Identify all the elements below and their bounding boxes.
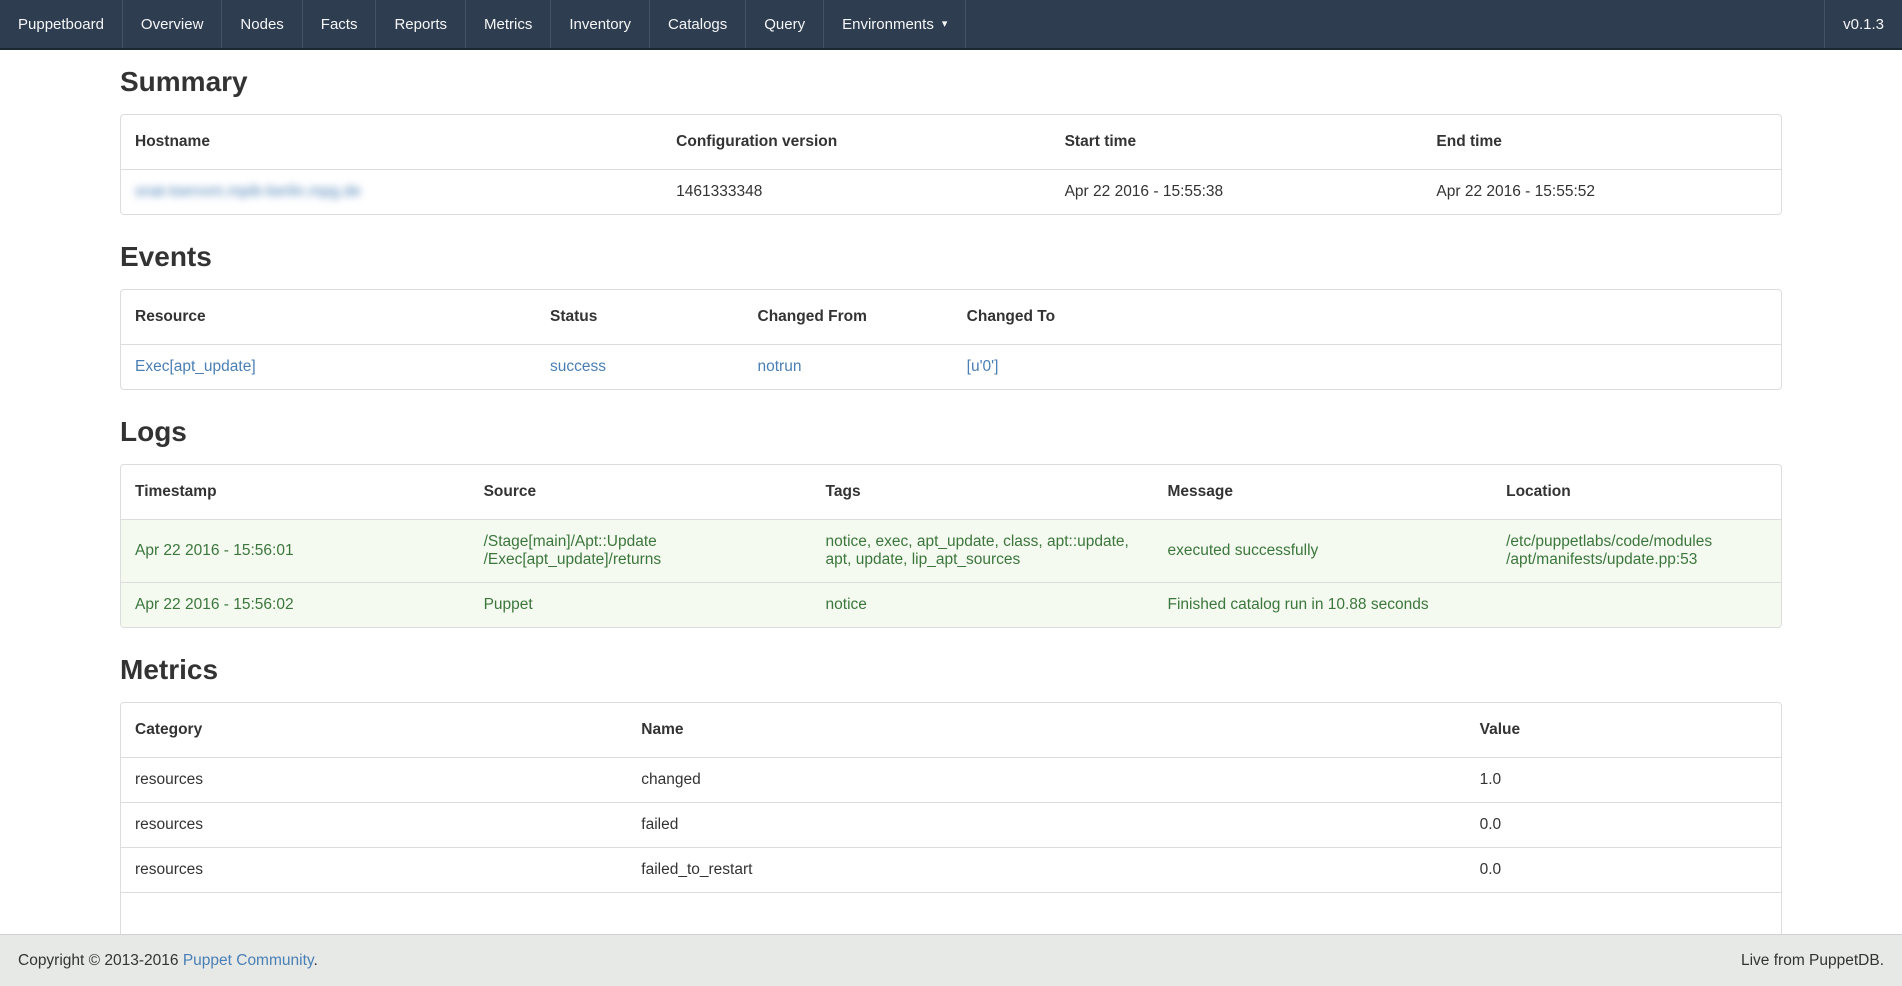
- col-resource: Resource: [121, 290, 536, 345]
- nav-item-overview[interactable]: Overview: [123, 0, 223, 48]
- col-value: Value: [1466, 703, 1781, 758]
- logs-header-row: Timestamp Source Tags Message Location: [121, 465, 1781, 520]
- footer-copyright: Copyright © 2013-2016 Puppet Community.: [18, 952, 318, 970]
- status-link[interactable]: success: [550, 358, 606, 375]
- metric-name: changed: [627, 758, 1465, 803]
- col-location: Location: [1492, 465, 1781, 520]
- hostname-link[interactable]: snat-tservvm.mpib-berlin.mpg.de: [135, 183, 361, 200]
- summary-row: snat-tservvm.mpib-berlin.mpg.de 14613333…: [121, 170, 1781, 215]
- nav-item-environments-dropdown[interactable]: Environments ▾: [824, 0, 966, 48]
- nav-item-reports[interactable]: Reports: [376, 0, 466, 48]
- metric-name: failed: [627, 803, 1465, 848]
- metrics-heading: Metrics: [120, 654, 1782, 686]
- summary-table: Hostname Configuration version Start tim…: [120, 114, 1782, 215]
- col-config-version: Configuration version: [662, 115, 1050, 170]
- col-hostname: Hostname: [121, 115, 662, 170]
- log-location: /etc/puppetlabs/code/modules /apt/manife…: [1492, 520, 1781, 583]
- caret-down-icon: ▾: [942, 19, 948, 30]
- nav-item-catalogs[interactable]: Catalogs: [650, 0, 746, 48]
- config-version-value: 1461333348: [662, 170, 1050, 215]
- log-source-line: /Exec[apt_update]/returns: [484, 551, 798, 569]
- version-badge: v0.1.3: [1824, 0, 1902, 48]
- changed-from-link[interactable]: notrun: [758, 358, 802, 375]
- log-location-line: /etc/puppetlabs/code/modules: [1506, 533, 1767, 551]
- navbar-brand[interactable]: Puppetboard: [0, 0, 123, 48]
- environments-label: Environments: [842, 16, 934, 33]
- log-location: [1492, 583, 1781, 628]
- log-source: /Stage[main]/Apt::Update /Exec[apt_updat…: [470, 520, 812, 583]
- log-message: Finished catalog run in 10.88 seconds: [1154, 583, 1493, 628]
- event-row: Exec[apt_update] success notrun [u'0']: [121, 345, 1781, 390]
- logs-table: Timestamp Source Tags Message Location A…: [120, 464, 1782, 628]
- col-timestamp: Timestamp: [121, 465, 470, 520]
- col-message: Message: [1154, 465, 1493, 520]
- main-content: Summary Hostname Configuration version S…: [120, 66, 1782, 938]
- metric-category: resources: [121, 848, 627, 893]
- events-heading: Events: [120, 241, 1782, 273]
- copyright-period: .: [313, 952, 317, 969]
- nav-item-facts[interactable]: Facts: [303, 0, 377, 48]
- col-name: Name: [627, 703, 1465, 758]
- log-row: Apr 22 2016 - 15:56:01 /Stage[main]/Apt:…: [121, 520, 1781, 583]
- log-tags: notice, exec, apt_update, class, apt::up…: [812, 520, 1154, 583]
- log-source-line: /Stage[main]/Apt::Update: [484, 533, 798, 551]
- metric-value: 0.0: [1466, 848, 1781, 893]
- changed-to-link[interactable]: [u'0']: [967, 358, 999, 375]
- end-time-value: Apr 22 2016 - 15:55:52: [1422, 170, 1781, 215]
- nav-item-nodes[interactable]: Nodes: [222, 0, 302, 48]
- metrics-table: Category Name Value resources changed 1.…: [120, 702, 1782, 938]
- metric-name: failed_to_restart: [627, 848, 1465, 893]
- log-source: Puppet: [470, 583, 812, 628]
- start-time-value: Apr 22 2016 - 15:55:38: [1051, 170, 1423, 215]
- metric-row: resources changed 1.0: [121, 758, 1781, 803]
- nav-item-inventory[interactable]: Inventory: [551, 0, 650, 48]
- footer-puppetdb-status: Live from PuppetDB.: [1741, 952, 1884, 970]
- puppet-community-link[interactable]: Puppet Community: [183, 952, 314, 969]
- metric-value: 0.0: [1466, 803, 1781, 848]
- log-location-line: /apt/manifests/update.pp:53: [1506, 551, 1767, 569]
- events-header-row: Resource Status Changed From Changed To: [121, 290, 1781, 345]
- summary-heading: Summary: [120, 66, 1782, 98]
- events-table: Resource Status Changed From Changed To …: [120, 289, 1782, 390]
- summary-header-row: Hostname Configuration version Start tim…: [121, 115, 1781, 170]
- nav-item-query[interactable]: Query: [746, 0, 824, 48]
- nav-item-metrics[interactable]: Metrics: [466, 0, 551, 48]
- col-source: Source: [470, 465, 812, 520]
- metric-category: resources: [121, 803, 627, 848]
- navbar: Puppetboard Overview Nodes Facts Reports…: [0, 0, 1902, 50]
- metric-value: 1.0: [1466, 758, 1781, 803]
- col-end-time: End time: [1422, 115, 1781, 170]
- log-tags: notice: [812, 583, 1154, 628]
- log-message: executed successfully: [1154, 520, 1493, 583]
- footer: Copyright © 2013-2016 Puppet Community. …: [0, 934, 1902, 986]
- col-changed-from: Changed From: [744, 290, 953, 345]
- metrics-header-row: Category Name Value: [121, 703, 1781, 758]
- col-start-time: Start time: [1051, 115, 1423, 170]
- metric-row: resources failed_to_restart 0.0: [121, 848, 1781, 893]
- metric-category: resources: [121, 758, 627, 803]
- metric-row: resources failed 0.0: [121, 803, 1781, 848]
- col-status: Status: [536, 290, 744, 345]
- log-row: Apr 22 2016 - 15:56:02 Puppet notice Fin…: [121, 583, 1781, 628]
- copyright-text: Copyright © 2013-2016: [18, 952, 179, 969]
- log-timestamp: Apr 22 2016 - 15:56:01: [121, 520, 470, 583]
- col-tags: Tags: [812, 465, 1154, 520]
- log-timestamp: Apr 22 2016 - 15:56:02: [121, 583, 470, 628]
- metric-row-partial: [121, 893, 1781, 938]
- col-changed-to: Changed To: [953, 290, 1781, 345]
- resource-link[interactable]: Exec[apt_update]: [135, 358, 256, 375]
- col-category: Category: [121, 703, 627, 758]
- logs-heading: Logs: [120, 416, 1782, 448]
